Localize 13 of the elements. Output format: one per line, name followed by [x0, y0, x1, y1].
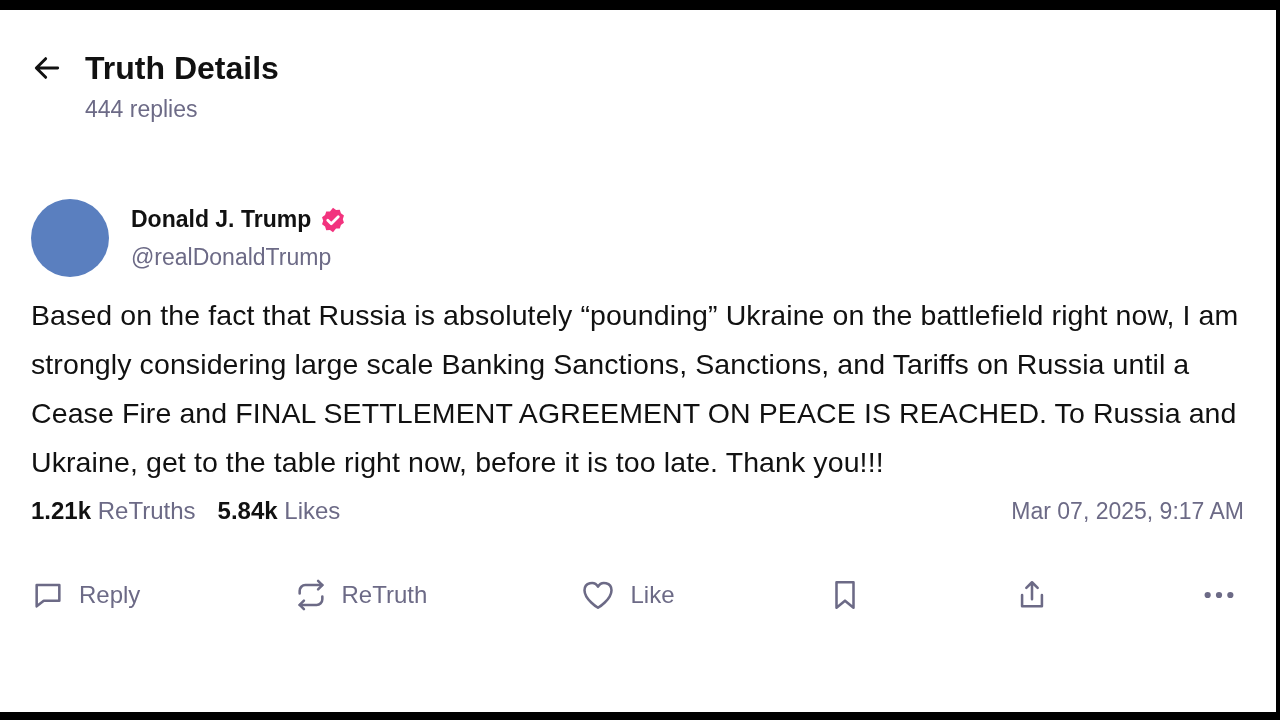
- stat-link[interactable]: 5.84k Likes: [217, 497, 341, 525]
- author-handle[interactable]: @realDonaldTrump: [131, 243, 348, 271]
- post-timestamp: Mar 07, 2025, 9:17 AM: [1011, 497, 1244, 525]
- more-button[interactable]: [1202, 589, 1236, 601]
- post-text: Based on the fact that Russia is absolutely “pounding” Ukraine on the battlefield right now, I am strongly considering large scale Banking Sanctions, Sanctions, and Tariffs on Russia until a Cease Fire and FINAL SETTLEMENT AGREEMENT ON PEACE IS REACHED. To Russia and Ukraine, get to the table right now, before it is too late. Thank you!!!: [31, 298, 1240, 480]
- reply-button[interactable]: Reply: [31, 578, 141, 612]
- stat-link[interactable]: 1.21k ReTruths: [31, 497, 196, 525]
- author-name[interactable]: Donald J. Trump: [131, 206, 312, 233]
- more-icon: [1202, 589, 1236, 601]
- reply-count: 444 replies: [85, 96, 199, 123]
- like-button[interactable]: Like: [580, 577, 675, 613]
- page-title: Truth Details: [85, 49, 279, 88]
- retruth-button[interactable]: ReTruth: [293, 578, 428, 612]
